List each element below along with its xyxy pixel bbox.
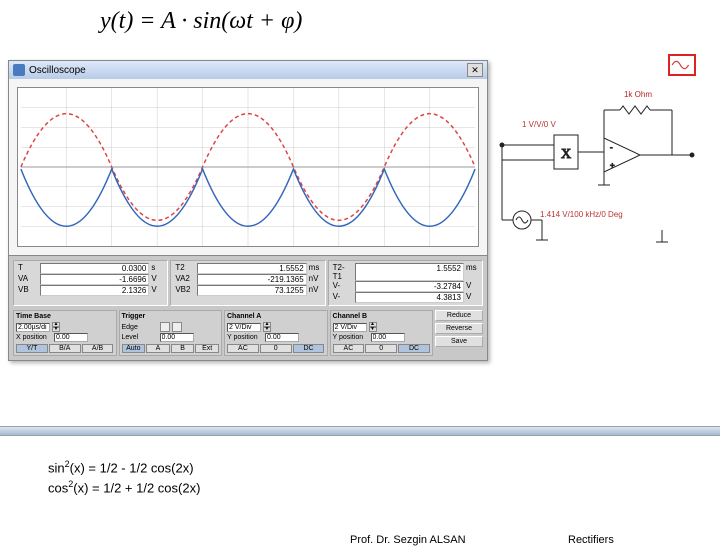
chb-scale-input[interactable] <box>333 323 367 332</box>
timebase-xpos-input[interactable] <box>54 333 88 342</box>
schematic-svg: X - + <box>492 80 702 260</box>
scope-controls: T0.0300s VA-1.6696V VB2.1326V T21.5552ms… <box>9 255 487 360</box>
equation-text: y(t) = A · sin(ωt + φ) <box>100 8 302 35</box>
trig-b-button[interactable]: B <box>171 344 195 353</box>
cha-dc-button[interactable]: DC <box>293 344 325 353</box>
close-button[interactable]: ✕ <box>467 63 483 77</box>
side-buttons: Reduce Reverse Save <box>435 310 483 356</box>
edge-fall-button[interactable] <box>172 322 182 332</box>
trigger-panel: Trigger Edge Level Auto A B Ext <box>119 310 223 356</box>
readout-t2: T21.5552ms VA2-219.1365nV VB273.1255nV <box>170 260 325 306</box>
window-titlebar[interactable]: Oscilloscope ✕ <box>9 61 487 79</box>
channel-b-panel: Channel B ▲▼ Y position AC 0 DC <box>330 310 434 356</box>
mode-ba-button[interactable]: B/A <box>49 344 81 353</box>
oscilloscope-icon <box>13 64 25 76</box>
window-title: Oscilloscope <box>29 65 86 76</box>
oscilloscope-window: Oscilloscope ✕ <box>8 60 488 361</box>
cha-header: Channel A <box>227 313 325 320</box>
spinner[interactable]: ▲▼ <box>52 322 60 332</box>
trig-a-button[interactable]: A <box>146 344 170 353</box>
chb-0-button[interactable]: 0 <box>365 344 397 353</box>
scope-screen[interactable] <box>17 87 479 247</box>
svg-text:X: X <box>561 147 571 162</box>
chb-dc-button[interactable]: DC <box>398 344 430 353</box>
chb-ac-button[interactable]: AC <box>333 344 365 353</box>
svg-text:+: + <box>610 161 615 170</box>
scope-waveform <box>18 88 478 246</box>
mode-yt-button[interactable]: Y/T <box>16 344 48 353</box>
timebase-panel: Time Base ▲▼ X position Y/T B/A A/B <box>13 310 117 356</box>
horizontal-bar <box>0 426 720 436</box>
readout-delta: T2-T11.5552ms V--3.2784V V-4.3813V <box>328 260 483 306</box>
svg-text:-: - <box>610 143 613 152</box>
save-button[interactable]: Save <box>435 336 483 347</box>
trigger-level-input[interactable] <box>160 333 194 342</box>
reverse-button[interactable]: Reverse <box>435 323 483 334</box>
footer-author: Prof. Dr. Sezgin ALSAN <box>350 534 466 546</box>
channel-a-panel: Channel A ▲▼ Y position AC 0 DC <box>224 310 328 356</box>
cha-0-button[interactable]: 0 <box>260 344 292 353</box>
cha-ac-button[interactable]: AC <box>227 344 259 353</box>
trig-ext-button[interactable]: Ext <box>195 344 219 353</box>
scope-display-area <box>9 79 487 255</box>
timebase-scale-input[interactable] <box>16 323 50 332</box>
trig-identities: sin2(x) = 1/2 - 1/2 cos(2x) cos2(x) = 1/… <box>48 458 200 497</box>
chb-header: Channel B <box>333 313 431 320</box>
trig-auto-button[interactable]: Auto <box>122 344 146 353</box>
cha-ypos-input[interactable] <box>265 333 299 342</box>
timebase-header: Time Base <box>16 313 114 320</box>
cha-scale-input[interactable] <box>227 323 261 332</box>
mode-ab-button[interactable]: A/B <box>82 344 114 353</box>
chb-ypos-input[interactable] <box>371 333 405 342</box>
edge-rise-button[interactable] <box>160 322 170 332</box>
reduce-button[interactable]: Reduce <box>435 310 483 321</box>
oscilloscope-probe-icon <box>668 54 696 76</box>
trigger-header: Trigger <box>122 313 220 320</box>
readout-row: T0.0300s VA-1.6696V VB2.1326V T21.5552ms… <box>13 260 483 306</box>
circuit-schematic: 1k Ohm 1 V/V/0 V 1.414 V/100 kHz/0 Deg X… <box>492 80 702 260</box>
footer-topic: Rectifiers <box>568 534 614 546</box>
readout-t1: T0.0300s VA-1.6696V VB2.1326V <box>13 260 168 306</box>
